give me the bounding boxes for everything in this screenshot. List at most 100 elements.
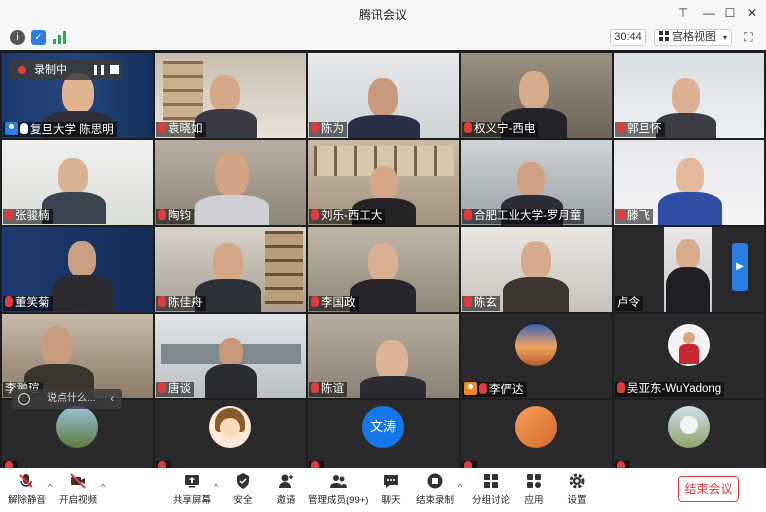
mic-muted-icon (617, 122, 625, 133)
video-tile[interactable]: 合肥工业大学-罗月童 (461, 140, 612, 225)
meeting-timer: 30:44 (610, 29, 646, 46)
video-tile[interactable]: 郭旦怀 (614, 53, 764, 138)
invite-button[interactable]: 邀请 (271, 472, 301, 506)
pause-recording-button[interactable] (94, 65, 104, 75)
manage-members-button[interactable]: 管理成员(99+) (308, 472, 368, 506)
chat-button[interactable]: 聊天 (379, 472, 403, 506)
video-tile[interactable]: 袁晓如 (155, 53, 306, 138)
participant-name (615, 461, 630, 468)
participant-name: 陈谊 (309, 382, 347, 397)
participant-name (3, 461, 18, 468)
share-screen-button[interactable]: 共享屏幕 (172, 472, 212, 506)
video-tile[interactable]: 陈谊 (308, 314, 459, 398)
participant-name: 滕飞 (615, 209, 653, 224)
mic-muted-icon (311, 209, 319, 220)
shield-icon[interactable]: ✓ (31, 30, 46, 45)
maximize-button[interactable]: ☐ (721, 4, 739, 22)
camera-off-icon (70, 473, 86, 489)
chat-icon (384, 475, 398, 488)
share-screen-icon (185, 475, 199, 488)
security-button[interactable]: 安全 (228, 472, 258, 506)
participant-name: 权义宁-西电 (462, 122, 539, 137)
bottom-bar: 解除静音 ^ 开启视频 ^ 共享屏幕 ^ 安全 邀请 管理成员(99+) 聊天 … (0, 468, 766, 512)
next-page-button[interactable]: ▶ (732, 243, 748, 291)
mic-muted-icon (479, 383, 487, 394)
participant-name (309, 461, 324, 468)
participant-name: 郭旦怀 (615, 122, 665, 137)
pin-icon[interactable]: ⊤ (674, 4, 692, 22)
participant-name (462, 461, 477, 468)
video-tile[interactable]: 吴亚东-WuYadong (614, 314, 764, 398)
view-mode-label: 宫格视图 (672, 31, 716, 43)
emoji-icon[interactable] (18, 393, 30, 405)
view-mode-button[interactable]: 宫格视图 ▾ (654, 29, 732, 46)
video-tile[interactable] (461, 400, 612, 468)
signal-icon[interactable] (52, 30, 67, 45)
chevron-up-icon[interactable]: ^ (48, 482, 52, 492)
apps-button[interactable]: 应用 (522, 472, 546, 506)
title-bar: 腾讯会议 ⊤ — ☐ ✕ (0, 0, 766, 26)
unmute-button[interactable]: 解除静音 (8, 472, 46, 506)
video-tile[interactable]: 张骏楠 (2, 140, 153, 225)
video-tile[interactable]: 陈佳舟 (155, 227, 306, 312)
video-tile[interactable]: 陈为 (308, 53, 459, 138)
end-meeting-button[interactable]: 结束会议 (678, 476, 739, 502)
fullscreen-icon[interactable]: ⛶ (741, 30, 756, 45)
chevron-up-icon[interactable]: ^ (458, 482, 462, 492)
settings-button[interactable]: 设置 (565, 472, 589, 506)
chat-placeholder: 说点什么... (47, 393, 96, 404)
video-tile[interactable]: 董笑菊 (2, 227, 153, 312)
video-tile[interactable]: 陈玄 (461, 227, 612, 312)
info-icon[interactable]: i (10, 30, 25, 45)
video-tile[interactable]: 李国政 (308, 227, 459, 312)
participant-name: 陈为 (309, 122, 347, 137)
video-tile[interactable]: 唐谈 (155, 314, 306, 398)
mic-on-icon (20, 123, 28, 134)
video-tile[interactable] (155, 400, 306, 468)
video-tile[interactable]: 文涛 (308, 400, 459, 468)
mic-muted-icon (311, 122, 319, 133)
gear-icon (569, 473, 585, 489)
mic-muted-icon (617, 209, 625, 220)
chevron-up-icon[interactable]: ^ (101, 482, 105, 492)
mic-muted-icon (158, 296, 166, 307)
end-recording-button[interactable]: 结束录制 (415, 472, 455, 506)
close-button[interactable]: ✕ (743, 4, 761, 22)
chevron-left-icon[interactable]: ‹ (110, 389, 114, 409)
mic-muted-icon (311, 461, 319, 468)
mic-muted-icon (464, 461, 472, 468)
video-tile[interactable] (2, 400, 153, 468)
video-tile[interactable]: 刘乐-西工大 (308, 140, 459, 225)
chevron-down-icon: ▾ (722, 33, 727, 42)
breakout-rooms-button[interactable]: 分组讨论 (471, 472, 511, 506)
video-tile[interactable]: 权义宁-西电 (461, 53, 612, 138)
video-tile[interactable]: 李俨达 (461, 314, 612, 398)
invite-icon (279, 474, 293, 488)
participant-name: 复旦大学 陈思明 (3, 122, 117, 137)
participant-avatar (209, 406, 251, 448)
participant-name: 刘乐-西工大 (309, 209, 386, 224)
start-video-button[interactable]: 开启视频 (58, 472, 98, 506)
shield-icon (237, 473, 249, 489)
mic-muted-icon (464, 209, 472, 220)
stop-recording-button[interactable] (110, 65, 119, 74)
breakout-icon (484, 474, 498, 488)
video-tile[interactable]: 李翀瑄 (2, 314, 153, 398)
mic-muted-icon (19, 474, 33, 488)
video-tile[interactable]: 陶钧 (155, 140, 306, 225)
video-tile[interactable]: 滕飞 (614, 140, 764, 225)
participant-avatar (56, 406, 98, 448)
mic-muted-icon (5, 296, 13, 307)
minimize-button[interactable]: — (700, 4, 718, 22)
mic-muted-icon (617, 461, 625, 468)
participant-avatar (515, 406, 557, 448)
mic-muted-icon (5, 209, 13, 220)
chevron-up-icon[interactable]: ^ (214, 482, 218, 492)
window-title: 腾讯会议 (358, 8, 407, 22)
participant-name: 袁晓如 (156, 122, 206, 137)
participant-name: 张骏楠 (3, 209, 53, 224)
video-tile[interactable] (614, 400, 764, 468)
participant-avatar (668, 406, 710, 448)
chat-input[interactable]: 说点什么... ‹ (12, 389, 122, 409)
participant-name (156, 461, 171, 468)
